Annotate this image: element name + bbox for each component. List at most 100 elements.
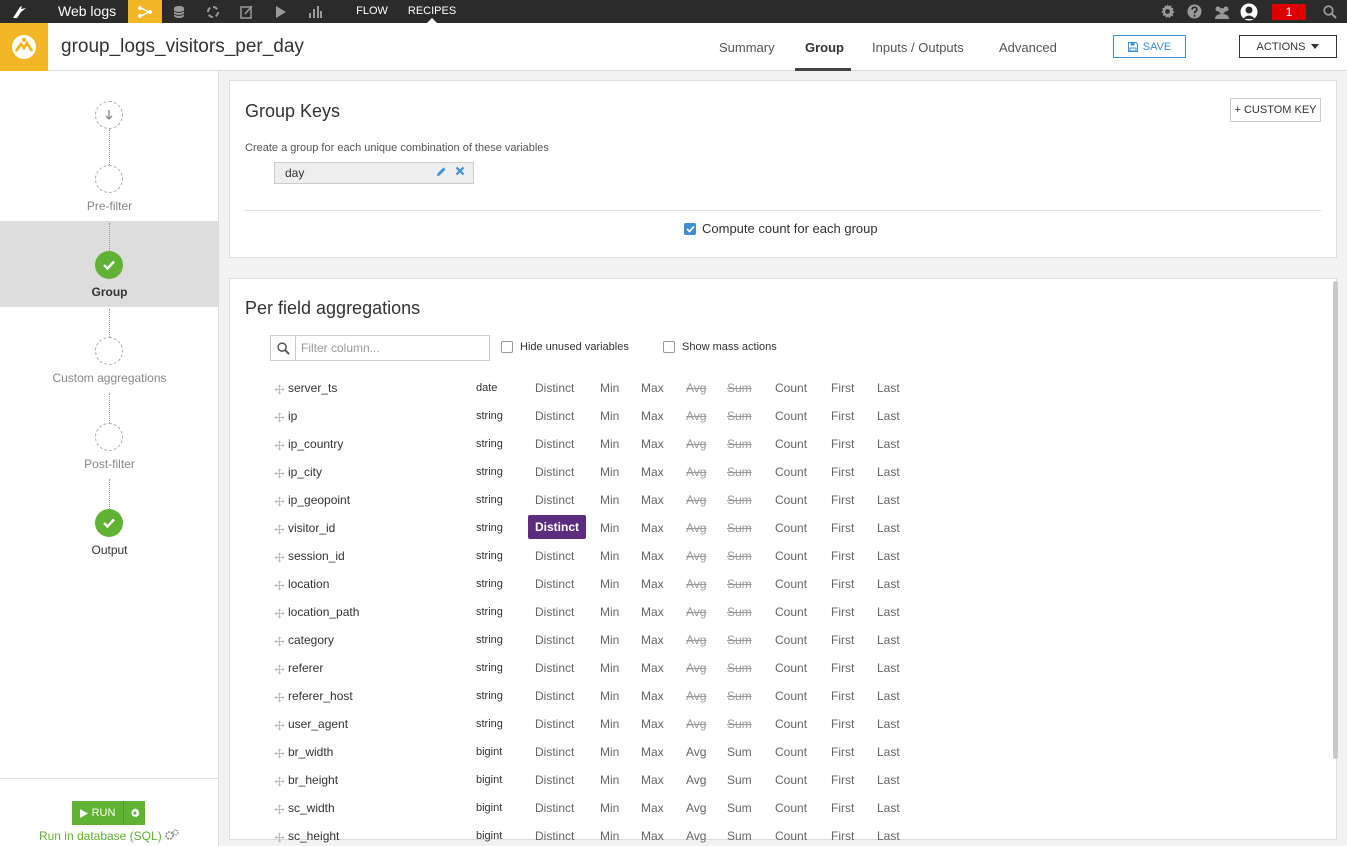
- agg-first-toggle[interactable]: First: [831, 437, 854, 451]
- drag-handle-icon[interactable]: [274, 578, 285, 596]
- post-filter-step-icon[interactable]: [95, 423, 123, 451]
- agg-count-toggle[interactable]: Count: [775, 801, 807, 815]
- agg-count-toggle[interactable]: Count: [775, 661, 807, 675]
- agg-max-toggle[interactable]: Max: [641, 521, 664, 535]
- agg-max-toggle[interactable]: Max: [641, 633, 664, 647]
- show-mass-actions-checkbox[interactable]: [663, 341, 675, 353]
- agg-distinct-toggle[interactable]: Distinct: [535, 465, 574, 479]
- run-button[interactable]: RUN: [72, 801, 124, 825]
- agg-first-toggle[interactable]: First: [831, 689, 854, 703]
- agg-distinct-toggle[interactable]: Distinct: [535, 689, 574, 703]
- agg-first-toggle[interactable]: First: [831, 633, 854, 647]
- agg-distinct-toggle[interactable]: Distinct: [535, 801, 574, 815]
- recipe-title[interactable]: group_logs_visitors_per_day: [61, 36, 304, 58]
- agg-count-toggle[interactable]: Count: [775, 493, 807, 507]
- sidebar-item-group[interactable]: Group: [0, 285, 219, 299]
- agg-max-toggle[interactable]: Max: [641, 689, 664, 703]
- tab-inputs-outputs[interactable]: Inputs / Outputs: [872, 40, 964, 55]
- agg-first-toggle[interactable]: First: [831, 745, 854, 759]
- actions-button[interactable]: ACTIONS: [1239, 35, 1337, 58]
- agg-count-toggle[interactable]: Count: [775, 381, 807, 395]
- drag-handle-icon[interactable]: [274, 466, 285, 484]
- avatar-icon[interactable]: [1235, 0, 1262, 23]
- agg-last-toggle[interactable]: Last: [877, 437, 900, 451]
- tab-summary[interactable]: Summary: [719, 40, 775, 55]
- engine-link[interactable]: Run in database (SQL): [0, 829, 218, 843]
- agg-min-toggle[interactable]: Min: [600, 717, 619, 731]
- output-step-check-icon[interactable]: [95, 509, 123, 537]
- agg-first-toggle[interactable]: First: [831, 605, 854, 619]
- agg-distinct-toggle[interactable]: Distinct: [535, 549, 574, 563]
- agg-distinct-toggle[interactable]: Distinct: [535, 493, 574, 507]
- agg-last-toggle[interactable]: Last: [877, 801, 900, 815]
- agg-max-toggle[interactable]: Max: [641, 717, 664, 731]
- nav-link-recipes[interactable]: RECIPES: [398, 0, 466, 23]
- agg-max-toggle[interactable]: Max: [641, 577, 664, 591]
- agg-first-toggle[interactable]: First: [831, 717, 854, 731]
- scrollbar[interactable]: [1333, 281, 1338, 759]
- notification-badge[interactable]: 1: [1272, 3, 1306, 20]
- agg-count-toggle[interactable]: Count: [775, 465, 807, 479]
- agg-max-toggle[interactable]: Max: [641, 437, 664, 451]
- search-icon[interactable]: [1316, 0, 1343, 23]
- project-name[interactable]: Web logs: [40, 0, 128, 23]
- agg-first-toggle[interactable]: First: [831, 661, 854, 675]
- drag-handle-icon[interactable]: [274, 382, 285, 400]
- agg-min-toggle[interactable]: Min: [600, 829, 619, 843]
- agg-count-toggle[interactable]: Count: [775, 521, 807, 535]
- agg-distinct-toggle[interactable]: Distinct: [535, 381, 574, 395]
- agg-distinct-toggle[interactable]: Distinct: [535, 829, 574, 843]
- sidebar-item-post-filter[interactable]: Post-filter: [0, 457, 219, 471]
- users-icon[interactable]: [1208, 0, 1235, 23]
- agg-last-toggle[interactable]: Last: [877, 521, 900, 535]
- drag-handle-icon[interactable]: [274, 606, 285, 624]
- drag-handle-icon[interactable]: [274, 746, 285, 764]
- sidebar-item-custom-aggregations[interactable]: Custom aggregations: [0, 371, 219, 385]
- pre-filter-step-icon[interactable]: [95, 165, 123, 193]
- agg-first-toggle[interactable]: First: [831, 577, 854, 591]
- custom-key-button[interactable]: + CUSTOM KEY: [1230, 98, 1321, 122]
- agg-last-toggle[interactable]: Last: [877, 773, 900, 787]
- agg-last-toggle[interactable]: Last: [877, 409, 900, 423]
- nav-link-flow[interactable]: FLOW: [346, 0, 398, 23]
- agg-last-toggle[interactable]: Last: [877, 381, 900, 395]
- agg-count-toggle[interactable]: Count: [775, 605, 807, 619]
- show-mass-actions-option[interactable]: Show mass actions: [663, 341, 777, 353]
- flow-icon[interactable]: [128, 0, 163, 23]
- drag-handle-icon[interactable]: [274, 718, 285, 736]
- agg-avg-toggle[interactable]: Avg: [686, 773, 706, 787]
- agg-count-toggle[interactable]: Count: [775, 689, 807, 703]
- agg-last-toggle[interactable]: Last: [877, 577, 900, 591]
- help-icon[interactable]: [1181, 0, 1208, 23]
- hide-unused-option[interactable]: Hide unused variables: [501, 341, 629, 353]
- agg-last-toggle[interactable]: Last: [877, 633, 900, 647]
- agg-count-toggle[interactable]: Count: [775, 437, 807, 451]
- agg-last-toggle[interactable]: Last: [877, 549, 900, 563]
- agg-max-toggle[interactable]: Max: [641, 465, 664, 479]
- drag-handle-icon[interactable]: [274, 690, 285, 708]
- remove-icon[interactable]: [455, 166, 465, 176]
- agg-min-toggle[interactable]: Min: [600, 549, 619, 563]
- agg-min-toggle[interactable]: Min: [600, 689, 619, 703]
- agg-first-toggle[interactable]: First: [831, 381, 854, 395]
- run-icon[interactable]: [264, 0, 298, 23]
- agg-count-toggle[interactable]: Count: [775, 409, 807, 423]
- agg-first-toggle[interactable]: First: [831, 773, 854, 787]
- agg-max-toggle[interactable]: Max: [641, 801, 664, 815]
- group-key-chip[interactable]: day: [274, 162, 474, 184]
- agg-first-toggle[interactable]: First: [831, 829, 854, 843]
- agg-distinct-toggle[interactable]: Distinct: [528, 515, 587, 539]
- agg-count-toggle[interactable]: Count: [775, 549, 807, 563]
- drag-handle-icon[interactable]: [274, 522, 285, 540]
- agg-first-toggle[interactable]: First: [831, 801, 854, 815]
- agg-min-toggle[interactable]: Min: [600, 801, 619, 815]
- agg-max-toggle[interactable]: Max: [641, 409, 664, 423]
- agg-first-toggle[interactable]: First: [831, 409, 854, 423]
- sidebar-item-output[interactable]: Output: [0, 543, 219, 557]
- agg-distinct-toggle[interactable]: Distinct: [535, 633, 574, 647]
- agg-distinct-toggle[interactable]: Distinct: [535, 773, 574, 787]
- agg-count-toggle[interactable]: Count: [775, 633, 807, 647]
- agg-min-toggle[interactable]: Min: [600, 577, 619, 591]
- drag-handle-icon[interactable]: [274, 550, 285, 568]
- agg-max-toggle[interactable]: Max: [641, 493, 664, 507]
